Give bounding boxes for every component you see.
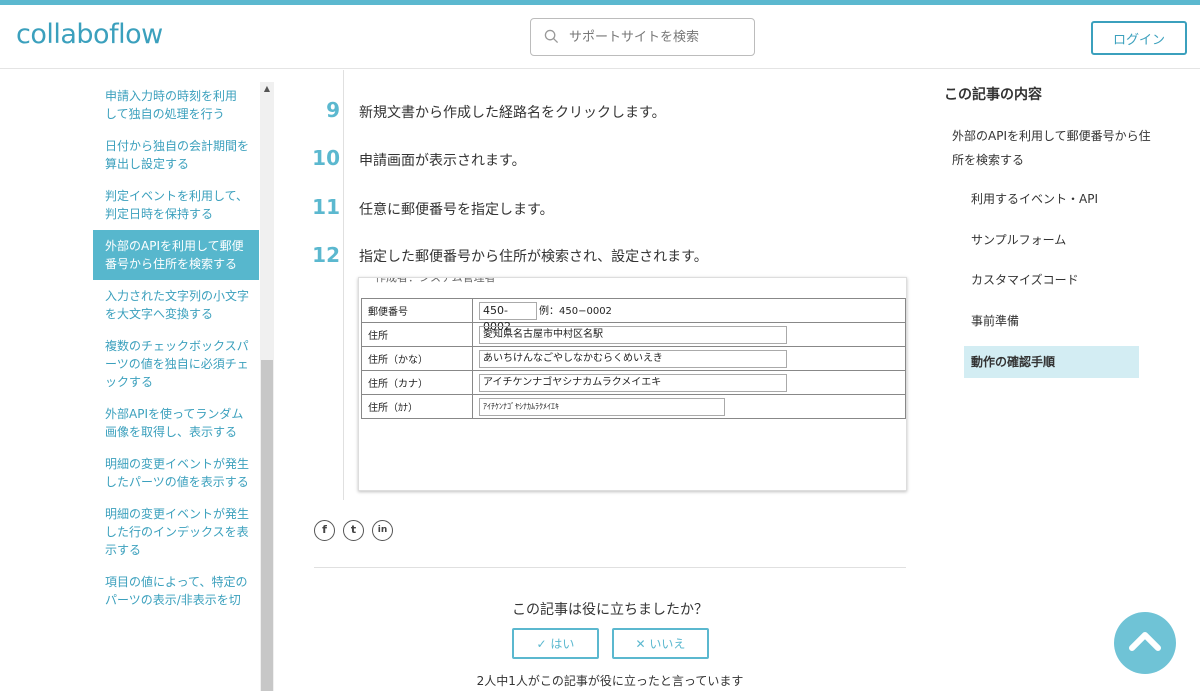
sidebar-item[interactable]: 申請入力時の時刻を利用して独自の処理を行う: [93, 80, 259, 130]
toc-item[interactable]: サンプルフォーム: [964, 224, 1139, 256]
scroll-up-arrow-icon[interactable]: ▲: [260, 84, 274, 93]
sidebar-item-active[interactable]: 外部のAPIを利用して郵便番号から住所を検索する: [93, 230, 259, 280]
site-header: collaboflow ログイン: [0, 5, 1200, 69]
step-guide-line: [343, 70, 344, 500]
step-number: 12: [312, 243, 340, 267]
linkedin-icon[interactable]: in: [372, 520, 393, 541]
postal-field: 450-0002: [479, 301, 537, 333]
yes-label: はい: [550, 637, 575, 651]
form-screenshot: 作成者：システム管理者 郵便番号 450-0002例：450−0002 住所 愛…: [358, 277, 907, 491]
close-icon: ✕: [635, 637, 650, 651]
toc-item[interactable]: カスタマイズコード: [964, 264, 1139, 296]
section-divider: [314, 567, 906, 568]
sidebar-item[interactable]: 日付から独自の会計期間を算出し設定する: [93, 130, 259, 180]
search-input[interactable]: [569, 19, 749, 55]
sidebar-item[interactable]: 項目の値によって、特定のパーツの表示/非表示を切: [93, 566, 259, 616]
sidebar-item[interactable]: 外部APIを使ってランダム画像を取得し、表示する: [93, 398, 259, 448]
article-sidebar: 申請入力時の時刻を利用して独自の処理を行う 日付から独自の会計期間を算出し設定す…: [0, 70, 276, 691]
address-kana-label: 住所（かな）: [361, 346, 473, 371]
toc-item-current[interactable]: 動作の確認手順: [964, 346, 1139, 378]
address-label: 住所: [361, 322, 473, 347]
helpful-no-button[interactable]: ✕ いいえ: [612, 628, 709, 659]
postal-hint: 例：450−0002: [539, 305, 612, 317]
table-row: 住所（ｶﾅ） ｱｲﾁｹﾝﾅｺﾞﾔｼﾅｶﾑﾗｸﾒｲｴｷ: [361, 394, 906, 419]
table-row: 郵便番号 450-0002例：450−0002: [361, 298, 906, 333]
form-author-text: 作成者：システム管理者: [375, 277, 496, 284]
back-to-top-button[interactable]: [1114, 612, 1176, 674]
toc-item-main[interactable]: 外部のAPIを利用して郵便番号から住所を検索する: [952, 124, 1152, 172]
address-field: 愛知県名古屋市中村区名駅: [479, 325, 787, 344]
toc-item[interactable]: 利用するイベント・API: [964, 183, 1139, 215]
step-text: 任意に郵便番号を指定します。: [359, 202, 554, 218]
step-number: 11: [312, 195, 340, 219]
address-katakana-label: 住所（カナ）: [361, 370, 473, 395]
search-icon: [544, 29, 559, 44]
postal-label: 郵便番号: [361, 298, 473, 323]
address-cell: 愛知県名古屋市中村区名駅: [472, 322, 906, 347]
helpful-question: この記事は役に立ちましたか？: [512, 602, 708, 618]
address-kana-field: あいちけんなごやしなかむらくめいえき: [479, 349, 787, 368]
twitter-icon[interactable]: t: [343, 520, 364, 541]
login-button[interactable]: ログイン: [1091, 21, 1187, 55]
toc-title: この記事の内容: [944, 87, 1042, 103]
address-halfkana-field: ｱｲﾁｹﾝﾅｺﾞﾔｼﾅｶﾑﾗｸﾒｲｴｷ: [479, 397, 725, 416]
step-text: 新規文書から作成した経路名をクリックします。: [359, 105, 666, 121]
table-row: 住所（かな） あいちけんなごやしなかむらくめいえき: [361, 346, 906, 371]
collaboflow-logo[interactable]: collaboflow: [16, 19, 163, 50]
table-row: 住所（カナ） アイチケンナゴヤシナカムラクメイエキ: [361, 370, 906, 395]
address-halfkana-label: 住所（ｶﾅ）: [361, 394, 473, 419]
table-row: 住所 愛知県名古屋市中村区名駅: [361, 322, 906, 347]
step-text: 申請画面が表示されます。: [359, 153, 526, 169]
no-label: いいえ: [649, 637, 686, 651]
sidebar-scrollbar[interactable]: ▲: [260, 82, 274, 691]
address-katakana-cell: アイチケンナゴヤシナカムラクメイエキ: [472, 370, 906, 395]
check-icon: ✓: [536, 637, 551, 651]
toc-item[interactable]: 事前準備: [964, 305, 1139, 337]
sidebar-item[interactable]: 明細の変更イベントが発生したパーツの値を表示する: [93, 448, 259, 498]
search-box[interactable]: [530, 18, 755, 56]
vote-count-text: 2人中1人がこの記事が役に立ったと言っています: [476, 674, 744, 688]
step-number: 10: [312, 146, 340, 170]
chevron-up-icon: [1129, 632, 1161, 651]
sidebar-item[interactable]: 複数のチェックボックスパーツの値を独自に必須チェックする: [93, 330, 259, 398]
sidebar-item[interactable]: 入力された文字列の小文字を大文字へ変換する: [93, 280, 259, 330]
postal-cell: 450-0002例：450−0002: [472, 298, 906, 333]
step-text: 指定した郵便番号から住所が検索され、設定されます。: [359, 249, 708, 265]
address-katakana-field: アイチケンナゴヤシナカムラクメイエキ: [479, 373, 787, 392]
form-table: 郵便番号 450-0002例：450−0002 住所 愛知県名古屋市中村区名駅 …: [361, 298, 906, 419]
sidebar-item[interactable]: 明細の変更イベントが発生した行のインデックスを表示する: [93, 498, 259, 566]
sidebar-item[interactable]: 判定イベントを利用して、判定日時を保持する: [93, 180, 259, 230]
facebook-icon[interactable]: f: [314, 520, 335, 541]
address-halfkana-cell: ｱｲﾁｹﾝﾅｺﾞﾔｼﾅｶﾑﾗｸﾒｲｴｷ: [472, 394, 906, 419]
sidebar-nav: 申請入力時の時刻を利用して独自の処理を行う 日付から独自の会計期間を算出し設定す…: [93, 80, 259, 616]
article-main: 9 新規文書から作成した経路名をクリックします。 10 申請画面が表示されます。…: [300, 70, 920, 691]
step-number: 9: [326, 98, 340, 122]
helpful-yes-button[interactable]: ✓ はい: [512, 628, 599, 659]
scrollbar-thumb[interactable]: [261, 360, 273, 691]
address-kana-cell: あいちけんなごやしなかむらくめいえき: [472, 346, 906, 371]
